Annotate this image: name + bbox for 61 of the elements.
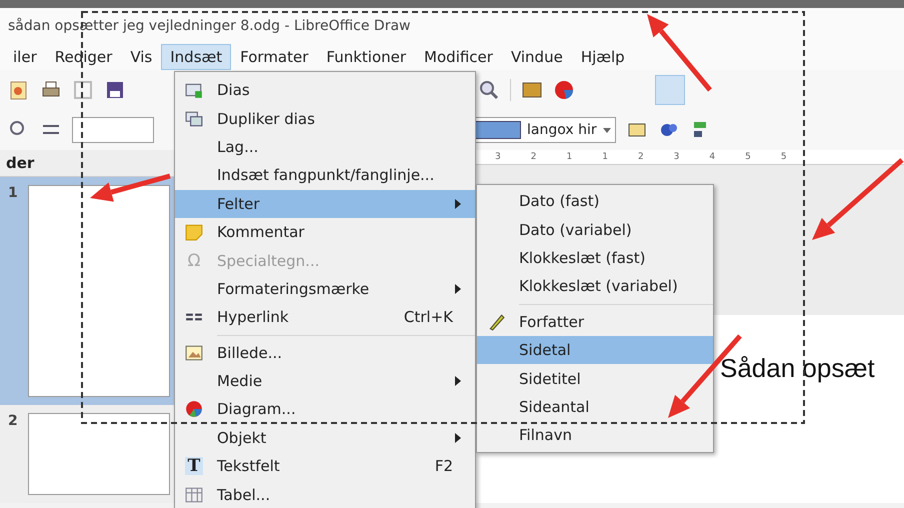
slide-thumbnail-row[interactable]: 2 xyxy=(0,405,175,503)
menu-option[interactable]: Diagram... xyxy=(175,395,475,424)
menu-item[interactable]: Hjælp xyxy=(572,44,634,70)
guides-toggle[interactable] xyxy=(655,75,685,105)
menu-option[interactable]: Filnavn xyxy=(477,421,713,450)
menu-item[interactable]: Modificer xyxy=(415,44,502,70)
menu-item[interactable]: Vindue xyxy=(502,44,572,70)
pen-icon xyxy=(487,312,505,331)
menu-option[interactable]: T Tekstfelt F2 xyxy=(175,452,475,480)
menu-item[interactable]: Formater xyxy=(231,44,318,70)
menu-option[interactable]: Indsæt fangpunkt/fanglinje... xyxy=(175,161,475,190)
note-icon xyxy=(185,223,203,242)
ruler-number: 2 xyxy=(638,152,644,162)
ruler-number: 2 xyxy=(530,152,536,162)
save-as-icon[interactable] xyxy=(104,79,126,101)
omega-icon: Ω xyxy=(185,252,203,270)
save-icon[interactable] xyxy=(72,79,94,101)
image-icon xyxy=(185,344,203,362)
pie-chart-icon xyxy=(185,400,203,418)
menu-option[interactable]: Billede... xyxy=(175,338,475,367)
line-style-field[interactable] xyxy=(72,117,154,143)
slide-thumbnail-row[interactable]: 1 xyxy=(0,177,175,405)
dropdown-caret-icon xyxy=(602,128,611,132)
slide-icon xyxy=(185,81,203,100)
menu-item[interactable]: iler xyxy=(4,44,46,70)
menu-item[interactable]: Indsæt xyxy=(161,44,232,70)
menu-option[interactable]: Sideantal xyxy=(477,392,713,422)
menu-option[interactable]: Tabel... xyxy=(175,480,475,508)
ruler-number: 1 xyxy=(602,152,608,162)
text-box-icon: T xyxy=(185,457,203,476)
menu-option[interactable]: Sidetal xyxy=(477,336,713,364)
menu-option[interactable]: Forfatter xyxy=(477,308,713,336)
window-title: sådan opsætter jeg vejledninger 8.odg - LibreOffice Draw xyxy=(8,18,410,34)
slide-number: 2 xyxy=(8,413,19,431)
slide-number: 1 xyxy=(8,185,19,203)
ruler-number: 3 xyxy=(495,152,501,162)
pie-chart-icon[interactable] xyxy=(553,79,575,101)
menu-option[interactable]: Dato (variabel) xyxy=(477,215,713,244)
menu-option[interactable]: Felter xyxy=(175,190,475,218)
ruler-number: 1 xyxy=(566,152,572,162)
menu-option[interactable]: Medie xyxy=(175,366,475,396)
menu-option[interactable]: Klokkeslæt (variabel) xyxy=(477,272,713,301)
menu-option[interactable]: Formateringsmærke xyxy=(175,274,475,304)
ruler-number: 4 xyxy=(709,152,716,162)
menu-option[interactable]: Objekt xyxy=(175,424,475,452)
menu-option[interactable]: Klokkeslæt (fast) xyxy=(477,244,713,272)
menu-item[interactable]: Funktioner xyxy=(317,44,416,70)
panel-title: der xyxy=(6,154,34,172)
ruler-number: 5 xyxy=(745,152,751,162)
ruler-number: 5 xyxy=(780,152,787,162)
ruler-number: 3 xyxy=(674,152,680,162)
zoom-icon[interactable] xyxy=(478,79,500,101)
duplicate-icon xyxy=(185,110,203,128)
menu-item[interactable]: Vis xyxy=(121,44,162,70)
menu-option[interactable]: Kommentar xyxy=(175,218,475,246)
menu-option[interactable]: Sidetitel xyxy=(477,364,713,393)
menu-item[interactable]: Rediger xyxy=(46,44,122,70)
table-icon xyxy=(185,486,203,504)
menu-option[interactable]: Hyperlink Ctrl+K xyxy=(175,303,475,332)
page-text: Sådan opsæt xyxy=(720,353,875,383)
menu-option[interactable]: Dato (fast) xyxy=(477,187,713,216)
